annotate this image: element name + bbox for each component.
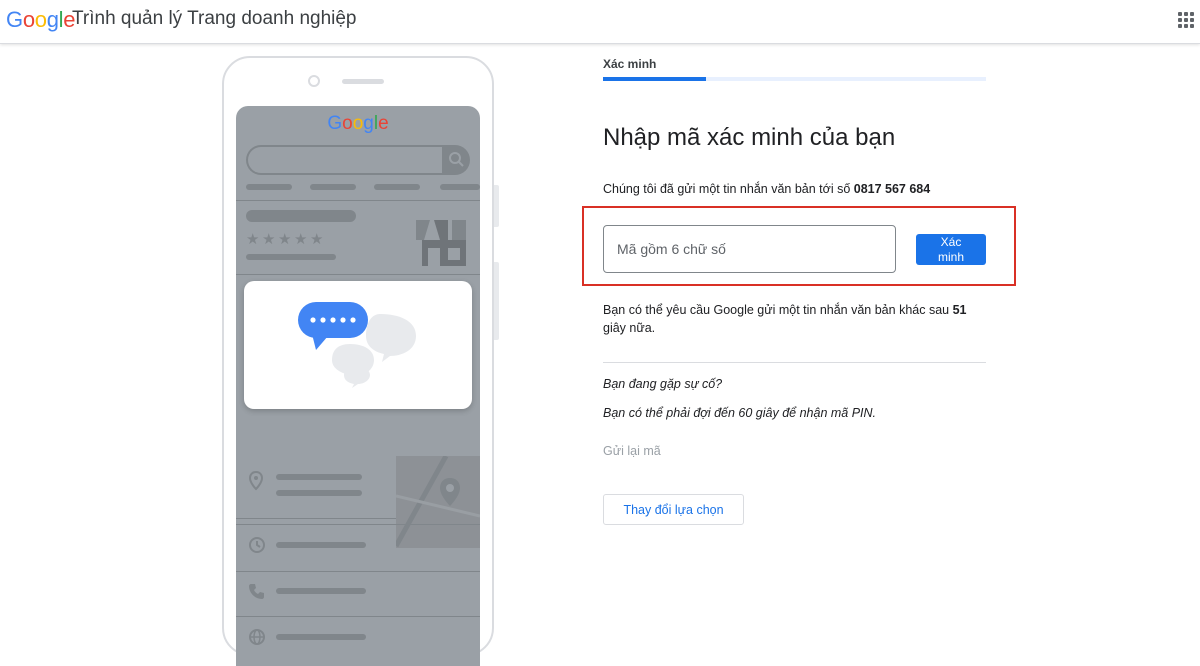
change-option-button[interactable]: Thay đổi lựa chọn	[603, 494, 744, 525]
location-pin-icon	[248, 470, 264, 496]
sent-message-prefix: Chúng tôi đã gửi một tin nhắn văn bản tớ…	[603, 182, 854, 196]
progress-bar-fill	[603, 77, 707, 81]
phone-icon	[248, 582, 266, 605]
phone-speaker	[342, 79, 384, 84]
screen-nav-pill	[374, 184, 420, 190]
phone-camera	[308, 75, 320, 87]
chat-message-card	[244, 281, 472, 409]
globe-icon	[248, 628, 266, 651]
resend-seconds: 51	[952, 303, 967, 317]
screen-hours-line	[276, 542, 366, 548]
page-title: Nhập mã xác minh của bạn	[603, 124, 896, 151]
phone-number: 0817 567 684	[853, 182, 931, 196]
screen-nav-pill	[440, 184, 480, 190]
resend-suffix: giây nữa.	[603, 321, 656, 335]
phone-volume-button	[494, 262, 499, 340]
logo-letter-o2: o	[34, 7, 47, 32]
resend-timer-text: Bạn có thể yêu cầu Google gửi một tin nh…	[603, 301, 988, 337]
progress-bar	[603, 77, 986, 81]
verification-code-input[interactable]	[603, 225, 896, 273]
screen-address-line	[276, 490, 362, 496]
verify-button[interactable]: Xác minh	[916, 234, 986, 265]
logo-letter-g2: g	[46, 7, 59, 32]
google-logo[interactable]: Google	[6, 7, 75, 33]
screen-google-logo: Google	[327, 113, 389, 134]
screen-address-line	[276, 474, 362, 480]
product-name: Trình quản lý Trang doanh nghiệp	[72, 8, 357, 29]
apps-grid-icon[interactable]	[1178, 12, 1194, 28]
sent-message-text: Chúng tôi đã gửi một tin nhắn văn bản tớ…	[603, 182, 930, 196]
screen-map-thumbnail	[393, 454, 480, 548]
screen-search-box	[246, 145, 444, 175]
screen-listing-line	[246, 254, 336, 260]
screen-listing-title	[246, 210, 356, 222]
step-label: Xác minh	[603, 57, 657, 71]
logo-letter-o1: o	[22, 7, 35, 32]
resend-prefix: Bạn có thể yêu cầu Google gửi một tin nh…	[603, 303, 953, 317]
storefront-icon	[414, 210, 470, 271]
divider	[603, 362, 986, 363]
top-app-bar: Google Trình quản lý Trang doanh nghiệp	[0, 0, 1200, 44]
clock-icon	[248, 536, 266, 559]
chat-bubble-icon	[298, 300, 422, 395]
logo-letter-g: G	[6, 7, 23, 32]
phone-side-button	[494, 185, 499, 227]
search-icon	[442, 145, 470, 175]
screen-website-line	[276, 634, 366, 640]
wait-info-text: Bạn có thể phải đợi đến 60 giây để nhận …	[603, 406, 877, 420]
screen-nav-pill	[310, 184, 356, 190]
resend-code-link[interactable]: Gửi lại mã	[603, 444, 661, 458]
trouble-heading: Bạn đang gặp sự cố?	[603, 377, 723, 391]
screen-nav-pill	[246, 184, 292, 190]
screen-phone-line	[276, 588, 366, 594]
